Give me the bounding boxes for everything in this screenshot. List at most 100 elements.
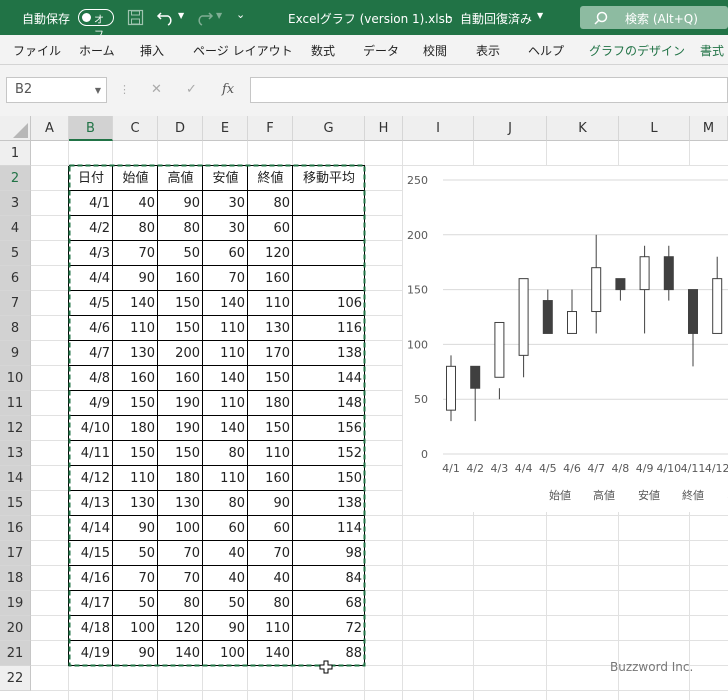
cell-high[interactable]: 150 (158, 441, 203, 466)
row-header-17[interactable]: 17 (0, 541, 31, 566)
save-status[interactable]: 自動回復済み (460, 10, 532, 27)
cell-date[interactable]: 4/12 (69, 466, 113, 491)
cell-moving-average[interactable]: 148 (293, 391, 365, 416)
tab-view[interactable]: 表示 (476, 42, 500, 59)
row-header-10[interactable]: 10 (0, 366, 31, 391)
row-header-20[interactable]: 20 (0, 616, 31, 641)
cell-open[interactable]: 130 (113, 491, 158, 516)
cell-low[interactable]: 80 (203, 441, 248, 466)
cell-close[interactable]: 110 (248, 441, 293, 466)
cell-moving-average[interactable]: 150 (293, 466, 365, 491)
cell-high[interactable]: 120 (158, 616, 203, 641)
cell-close[interactable]: 120 (248, 241, 293, 266)
row-header-15[interactable]: 15 (0, 491, 31, 516)
header-cell-date[interactable]: 日付 (69, 166, 113, 191)
header-cell-moving-average[interactable]: 移動平均 (293, 166, 365, 191)
cell-date[interactable]: 4/15 (69, 541, 113, 566)
cell-close[interactable]: 80 (248, 591, 293, 616)
cell-high[interactable]: 190 (158, 416, 203, 441)
cell-open[interactable]: 90 (113, 516, 158, 541)
cell-close[interactable]: 90 (248, 491, 293, 516)
cell-open[interactable]: 110 (113, 316, 158, 341)
cell-high[interactable]: 200 (158, 341, 203, 366)
cell-date[interactable]: 4/7 (69, 341, 113, 366)
cell-moving-average[interactable]: 98 (293, 541, 365, 566)
cell-date[interactable]: 4/5 (69, 291, 113, 316)
name-box[interactable]: B2 ▼ (6, 77, 107, 103)
cell-low[interactable]: 40 (203, 566, 248, 591)
cell-low[interactable]: 110 (203, 316, 248, 341)
save-icon[interactable] (127, 9, 144, 26)
autosave-toggle[interactable]: オフ (78, 9, 114, 41)
cell-date[interactable]: 4/18 (69, 616, 113, 641)
cell-date[interactable]: 4/2 (69, 216, 113, 241)
cell-moving-average[interactable]: 116 (293, 316, 365, 341)
cell-low[interactable]: 140 (203, 366, 248, 391)
cell-moving-average[interactable]: 144 (293, 366, 365, 391)
cell-date[interactable]: 4/1 (69, 191, 113, 216)
column-header-m[interactable]: M (690, 116, 728, 141)
row-header-7[interactable]: 7 (0, 291, 31, 316)
cell-low[interactable]: 140 (203, 291, 248, 316)
cell-close[interactable]: 60 (248, 516, 293, 541)
cell-date[interactable]: 4/17 (69, 591, 113, 616)
column-header-l[interactable]: L (619, 116, 690, 141)
cell-close[interactable]: 110 (248, 616, 293, 641)
cell-close[interactable]: 150 (248, 366, 293, 391)
column-header-h[interactable]: H (365, 116, 403, 141)
cell-close[interactable]: 130 (248, 316, 293, 341)
row-header-4[interactable]: 4 (0, 216, 31, 241)
cell-date[interactable]: 4/13 (69, 491, 113, 516)
row-header-21[interactable]: 21 (0, 641, 31, 666)
cell-close[interactable]: 80 (248, 191, 293, 216)
cell-high[interactable]: 160 (158, 266, 203, 291)
formula-bar-handle-icon[interactable]: ⋮ (119, 83, 130, 96)
tab-formulas[interactable]: 数式 (311, 42, 335, 59)
cell-high[interactable]: 100 (158, 516, 203, 541)
cell-low[interactable]: 40 (203, 541, 248, 566)
row-header-5[interactable]: 5 (0, 241, 31, 266)
tab-insert[interactable]: 挿入 (140, 42, 164, 59)
cell-open[interactable]: 50 (113, 541, 158, 566)
name-box-dropdown-icon[interactable]: ▼ (95, 86, 101, 95)
header-cell-close[interactable]: 終値 (248, 166, 293, 191)
cell-high[interactable]: 150 (158, 316, 203, 341)
row-header-11[interactable]: 11 (0, 391, 31, 416)
tab-page-layout[interactable]: ページ レイアウト (193, 42, 293, 59)
column-header-d[interactable]: D (158, 116, 203, 141)
cell-date[interactable]: 4/14 (69, 516, 113, 541)
cell-close[interactable]: 160 (248, 266, 293, 291)
cancel-icon[interactable]: ✕ (151, 82, 162, 97)
cell-date[interactable]: 4/4 (69, 266, 113, 291)
cell-high[interactable]: 80 (158, 216, 203, 241)
column-header-c[interactable]: C (113, 116, 158, 141)
column-header-f[interactable]: F (248, 116, 293, 141)
header-cell-high[interactable]: 高値 (158, 166, 203, 191)
cell-open[interactable]: 100 (113, 616, 158, 641)
cell-open[interactable]: 90 (113, 641, 158, 666)
cell-open[interactable]: 70 (113, 566, 158, 591)
redo-dropdown-icon[interactable]: ▼ (216, 11, 222, 20)
cell-moving-average[interactable]: 152 (293, 441, 365, 466)
cell-low[interactable]: 110 (203, 341, 248, 366)
cell-open[interactable]: 40 (113, 191, 158, 216)
cell-low[interactable]: 110 (203, 391, 248, 416)
cell-close[interactable]: 150 (248, 416, 293, 441)
enter-icon[interactable]: ✓ (186, 82, 197, 97)
tab-home[interactable]: ホーム (79, 42, 115, 59)
insert-function-icon[interactable]: fx (222, 82, 234, 97)
cell-low[interactable]: 100 (203, 641, 248, 666)
cell-open[interactable]: 110 (113, 466, 158, 491)
tab-chart-design[interactable]: グラフのデザイン (589, 42, 685, 59)
cell-moving-average[interactable]: 114 (293, 516, 365, 541)
cell-date[interactable]: 4/16 (69, 566, 113, 591)
column-header-k[interactable]: K (547, 116, 619, 141)
cell-low[interactable]: 90 (203, 616, 248, 641)
cell-moving-average[interactable] (293, 241, 365, 266)
undo-icon[interactable] (156, 9, 176, 26)
column-header-g[interactable]: G (293, 116, 365, 141)
cell-moving-average[interactable]: 72 (293, 616, 365, 641)
cell-low[interactable]: 140 (203, 416, 248, 441)
cell-high[interactable]: 80 (158, 591, 203, 616)
cell-open[interactable]: 80 (113, 216, 158, 241)
